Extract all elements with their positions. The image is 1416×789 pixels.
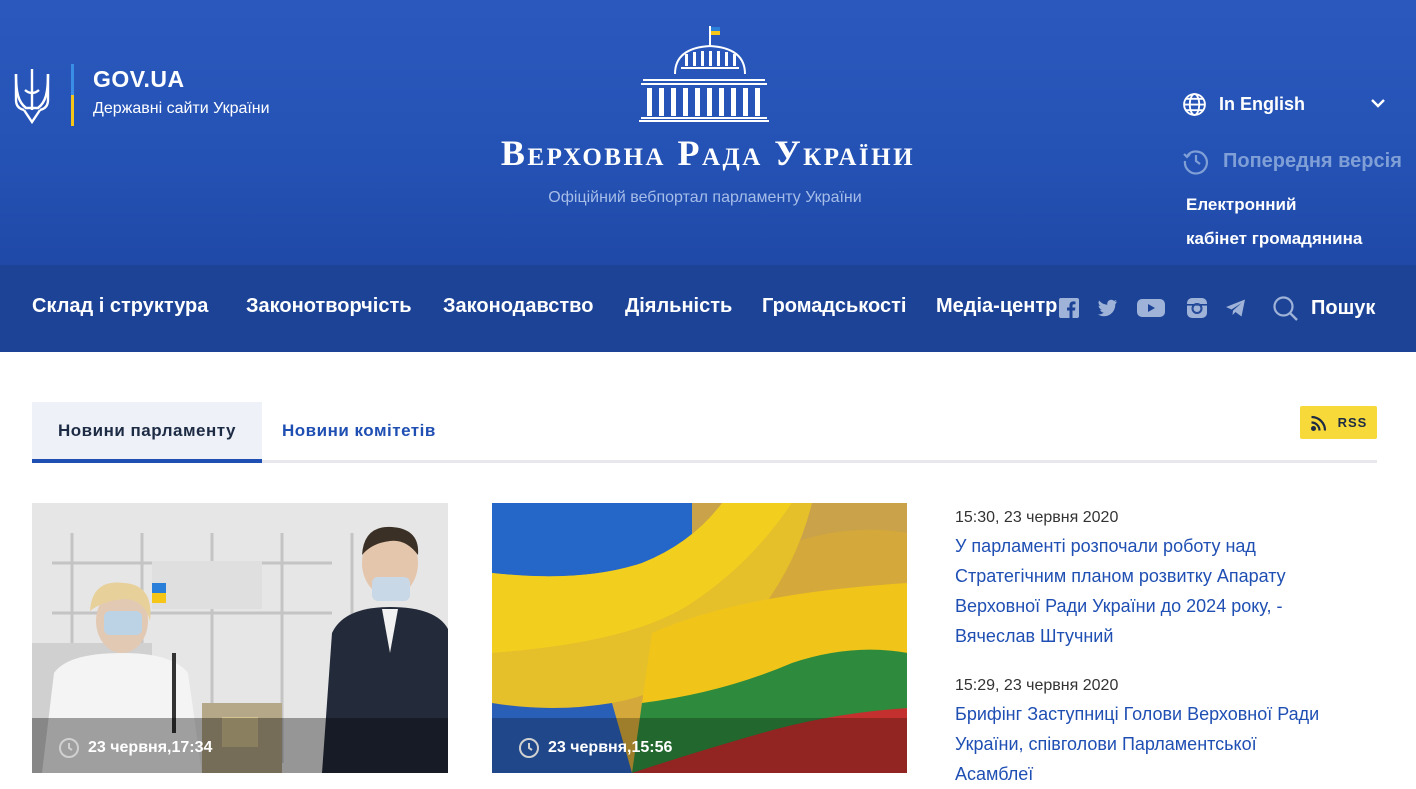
news-title-link[interactable]: У парламенті розпочали роботу над Страте… xyxy=(955,531,1335,651)
main-nav: Склад і структура Законотворчість Законо… xyxy=(0,265,1416,352)
news-list-item: 15:30, 23 червня 2020 У парламенті розпо… xyxy=(955,509,1335,651)
nav-item-media-center[interactable]: Медіа-центр xyxy=(936,295,1057,318)
parliament-building-icon[interactable] xyxy=(637,24,771,122)
featured-date-text: 23 червня,15:56 xyxy=(548,739,673,756)
news-title-link[interactable]: Брифінг Заступниці Голови Верховної Ради… xyxy=(955,699,1335,789)
featured-date: 23 червня,15:56 xyxy=(518,737,672,759)
gov-divider xyxy=(71,64,74,126)
search-button[interactable]: Пошук xyxy=(1272,295,1375,322)
briefing-photo xyxy=(32,503,448,773)
featured-date-text: 23 червня,17:34 xyxy=(88,739,213,756)
site-header: GOV.UA Державні сайти України Верховна Р… xyxy=(0,0,1416,265)
instagram-icon[interactable] xyxy=(1185,296,1209,320)
trident-icon[interactable] xyxy=(12,66,52,126)
nav-item-activity[interactable]: Діяльність xyxy=(625,295,732,318)
chevron-down-icon xyxy=(1371,99,1385,108)
language-selector[interactable]: In English xyxy=(1182,90,1387,118)
featured-news-card[interactable]: 23 червня,15:56 xyxy=(492,503,907,773)
nav-item-public[interactable]: Громадськості xyxy=(762,295,906,318)
youtube-icon[interactable] xyxy=(1136,296,1166,320)
featured-news-card[interactable]: 23 червня,17:34 xyxy=(32,503,448,773)
search-label: Пошук xyxy=(1311,297,1376,319)
rss-button[interactable]: RSS xyxy=(1300,406,1377,439)
news-list-item: 15:29, 23 червня 2020 Брифінг Заступниці… xyxy=(955,677,1335,789)
clock-icon xyxy=(59,738,79,758)
twitter-icon[interactable] xyxy=(1095,296,1119,320)
history-clock-icon xyxy=(1183,150,1208,175)
featured-date: 23 червня,17:34 xyxy=(58,737,212,759)
citizen-cabinet-link[interactable]: Електронний кабінет громадянина xyxy=(1186,188,1362,256)
facebook-icon[interactable] xyxy=(1057,296,1081,320)
gov-subtitle[interactable]: Державні сайти України xyxy=(93,100,270,118)
previous-version-label: Попередня версія xyxy=(1223,149,1402,172)
language-label: In English xyxy=(1219,93,1306,114)
cabinet-line1: Електронний xyxy=(1186,195,1297,214)
rss-label: RSS xyxy=(1337,415,1368,430)
cabinet-line2: кабінет громадянина xyxy=(1186,229,1363,248)
previous-version-link[interactable]: Попередня версія xyxy=(1182,147,1402,175)
tab-committee-news[interactable]: Новини комітетів xyxy=(282,402,436,460)
tab-parliament-news[interactable]: Новини парламенту xyxy=(32,402,262,463)
search-icon xyxy=(1273,296,1298,321)
rss-icon xyxy=(1310,415,1326,431)
news-tabs: Новини парламенту Новини комітетів xyxy=(32,402,1377,463)
clock-icon xyxy=(519,738,539,758)
news-time: 15:30, 23 червня 2020 xyxy=(955,509,1119,526)
nav-item-lawmaking[interactable]: Законотворчість xyxy=(246,295,412,318)
telegram-icon[interactable] xyxy=(1224,296,1248,320)
gov-title[interactable]: GOV.UA xyxy=(93,66,185,93)
nav-item-legislation[interactable]: Законодавство xyxy=(443,295,593,318)
globe-icon xyxy=(1183,92,1206,116)
nav-item-structure[interactable]: Склад і структура xyxy=(32,295,208,318)
flags-photo xyxy=(492,503,907,773)
news-time: 15:29, 23 червня 2020 xyxy=(955,677,1119,694)
